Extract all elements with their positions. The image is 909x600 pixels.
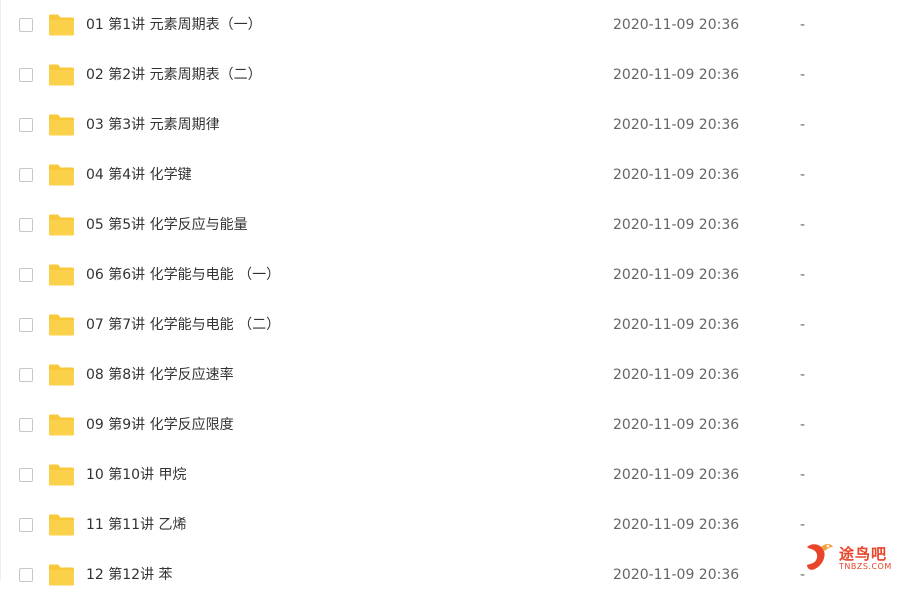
folder-icon: [48, 114, 75, 136]
folder-icon: [48, 364, 75, 386]
folder-icon: [48, 14, 75, 36]
file-size: -: [800, 17, 806, 33]
row-checkbox[interactable]: [19, 168, 33, 182]
modified-date: 2020-11-09 20:36: [613, 67, 740, 83]
file-row[interactable]: 10 第10讲 甲烷 2020-11-09 20:36 -: [1, 450, 909, 500]
file-name[interactable]: 01 第1讲 元素周期表（一）: [86, 15, 262, 35]
row-checkbox[interactable]: [19, 268, 33, 282]
modified-date: 2020-11-09 20:36: [613, 17, 740, 33]
modified-date: 2020-11-09 20:36: [613, 567, 740, 583]
file-row[interactable]: 07 第7讲 化学能与电能 （二） 2020-11-09 20:36 -: [1, 300, 909, 350]
file-row[interactable]: 09 第9讲 化学反应限度 2020-11-09 20:36 -: [1, 400, 909, 450]
file-name[interactable]: 09 第9讲 化学反应限度: [86, 415, 234, 435]
folder-icon: [48, 514, 75, 536]
row-checkbox[interactable]: [19, 518, 33, 532]
row-checkbox[interactable]: [19, 218, 33, 232]
modified-date: 2020-11-09 20:36: [613, 367, 740, 383]
file-name[interactable]: 02 第2讲 元素周期表（二）: [86, 65, 262, 85]
file-size: -: [800, 167, 806, 183]
file-size: -: [800, 367, 806, 383]
file-name[interactable]: 07 第7讲 化学能与电能 （二）: [86, 315, 280, 335]
row-checkbox[interactable]: [19, 368, 33, 382]
file-row[interactable]: 08 第8讲 化学反应速率 2020-11-09 20:36 -: [1, 350, 909, 400]
file-row[interactable]: 03 第3讲 元素周期律 2020-11-09 20:36 -: [1, 100, 909, 150]
folder-icon: [48, 214, 75, 236]
file-row[interactable]: 04 第4讲 化学键 2020-11-09 20:36 -: [1, 150, 909, 200]
folder-icon: [48, 414, 75, 436]
file-row[interactable]: 11 第11讲 乙烯 2020-11-09 20:36 -: [1, 500, 909, 550]
file-name[interactable]: 05 第5讲 化学反应与能量: [86, 215, 248, 235]
modified-date: 2020-11-09 20:36: [613, 167, 740, 183]
folder-icon: [48, 464, 75, 486]
modified-date: 2020-11-09 20:36: [613, 517, 740, 533]
file-name[interactable]: 06 第6讲 化学能与电能 （一）: [86, 265, 280, 285]
file-name[interactable]: 08 第8讲 化学反应速率: [86, 365, 234, 385]
modified-date: 2020-11-09 20:36: [613, 217, 740, 233]
folder-icon: [48, 64, 75, 86]
file-name[interactable]: 11 第11讲 乙烯: [86, 515, 187, 535]
modified-date: 2020-11-09 20:36: [613, 267, 740, 283]
bird-logo-icon: [807, 544, 833, 570]
modified-date: 2020-11-09 20:36: [613, 117, 740, 133]
file-row[interactable]: 12 第12讲 苯 2020-11-09 20:36-: [1, 550, 909, 600]
file-size: -: [800, 267, 806, 283]
file-size: -: [800, 217, 806, 233]
watermark-url: TNBZS.COM: [839, 562, 892, 571]
row-checkbox[interactable]: [19, 68, 33, 82]
file-row[interactable]: 01 第1讲 元素周期表（一） 2020-11-09 20:36 -: [1, 0, 909, 50]
file-size: -: [800, 67, 806, 83]
modified-date: 2020-11-09 20:36: [613, 417, 740, 433]
file-size: -: [800, 317, 806, 333]
file-list: 01 第1讲 元素周期表（一） 2020-11-09 20:36-02 第2讲 元…: [0, 0, 909, 586]
file-row[interactable]: 05 第5讲 化学反应与能量 2020-11-09 20:36 -: [1, 200, 909, 250]
watermark: 途鸟吧 TNBZS.COM: [801, 541, 901, 575]
file-size: -: [800, 467, 806, 483]
row-checkbox[interactable]: [19, 468, 33, 482]
folder-icon: [48, 164, 75, 186]
file-size: -: [800, 517, 806, 533]
row-checkbox[interactable]: [19, 568, 33, 582]
row-checkbox[interactable]: [19, 318, 33, 332]
row-checkbox[interactable]: [19, 18, 33, 32]
file-name[interactable]: 03 第3讲 元素周期律: [86, 115, 220, 135]
folder-icon: [48, 264, 75, 286]
row-checkbox[interactable]: [19, 418, 33, 432]
modified-date: 2020-11-09 20:36: [613, 317, 740, 333]
file-size: -: [800, 417, 806, 433]
folder-icon: [48, 314, 75, 336]
file-name[interactable]: 12 第12讲 苯: [86, 565, 173, 585]
file-row[interactable]: 06 第6讲 化学能与电能 （一） 2020-11-09 20:36 -: [1, 250, 909, 300]
file-row[interactable]: 02 第2讲 元素周期表（二） 2020-11-09 20:36 -: [1, 50, 909, 100]
file-name[interactable]: 10 第10讲 甲烷: [86, 465, 187, 485]
modified-date: 2020-11-09 20:36: [613, 467, 740, 483]
file-size: -: [800, 117, 806, 133]
folder-icon: [48, 564, 75, 586]
row-checkbox[interactable]: [19, 118, 33, 132]
watermark-text: 途鸟吧: [839, 545, 888, 563]
file-name[interactable]: 04 第4讲 化学键: [86, 165, 192, 185]
